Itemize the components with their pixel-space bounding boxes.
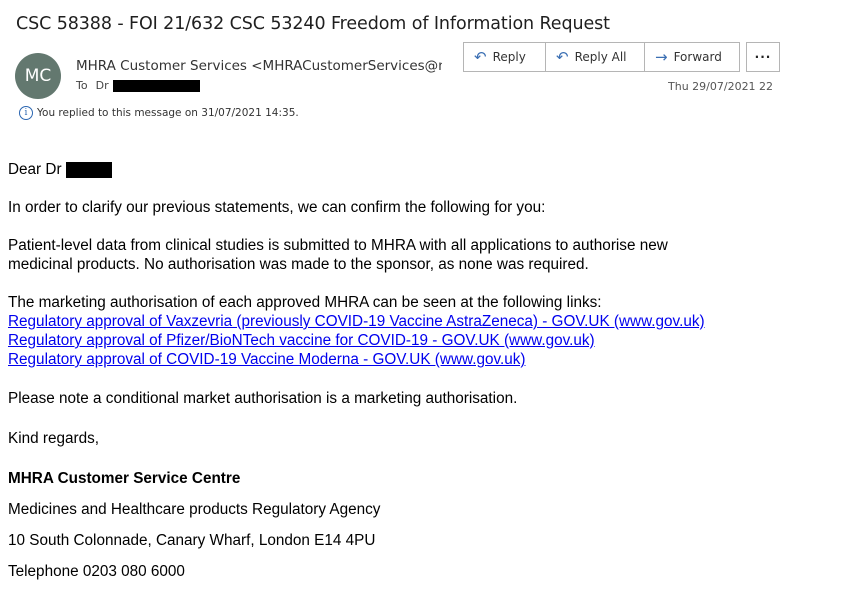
signature-organisation: Medicines and Healthcare products Regula… [8,501,381,518]
paragraph-links-intro: The marketing authorisation of each appr… [8,294,602,311]
paragraph-clarify: In order to clarify our previous stateme… [8,199,546,216]
message-date: Thu 29/07/2021 22:53 [668,80,774,93]
replied-info-bar: i You replied to this message on 31/07/2… [19,106,299,120]
link-moderna[interactable]: Regulatory approval of COVID-19 Vaccine … [8,351,525,368]
signature-name: MHRA Customer Service Centre [8,470,241,487]
closing-line: Kind regards, [8,430,99,447]
sender-avatar: MC [15,53,61,99]
info-icon: i [19,106,33,120]
greeting-text: Dear Dr [8,161,62,178]
forward-icon: → [655,48,668,66]
recipient-line: To Dr [76,79,200,92]
recipient-prefix: Dr [95,79,109,92]
paragraph-data-line-1: Patient-level data from clinical studies… [8,237,668,254]
message-body: Dear Dr In order to clarify our previous… [8,160,848,581]
message-actions-toolbar: ↶ Reply ↶ Reply All → Forward ··· [463,42,780,72]
signature-address: 10 South Colonnade, Canary Wharf, London… [8,532,376,549]
paragraph-conditional-note: Please note a conditional market authori… [8,390,518,407]
redacted-recipient-name [112,79,200,92]
forward-label: Forward [673,50,722,64]
reply-button[interactable]: ↶ Reply [463,42,546,72]
sender-name[interactable]: MHRA Customer Services <MHRACustomerServ… [76,58,442,74]
signature-phone: Telephone 0203 080 6000 [8,563,185,580]
to-label: To [76,79,88,92]
link-pfizer[interactable]: Regulatory approval of Pfizer/BioNTech v… [8,332,595,349]
link-line: Regulatory approval of Vaxzevria (previo… [8,312,848,331]
redacted-greeting-name [65,161,112,178]
link-vaxzevria[interactable]: Regulatory approval of Vaxzevria (previo… [8,313,705,330]
reply-all-button[interactable]: ↶ Reply All [545,42,645,72]
replied-info-text: You replied to this message on 31/07/202… [37,107,299,119]
link-line: Regulatory approval of COVID-19 Vaccine … [8,350,848,369]
greeting-line: Dear Dr [8,160,848,179]
reply-all-label: Reply All [574,50,627,64]
reply-icon: ↶ [474,48,487,66]
link-line: Regulatory approval of Pfizer/BioNTech v… [8,331,848,350]
reply-all-icon: ↶ [556,48,569,66]
more-actions-button[interactable]: ··· [746,42,780,72]
paragraph-data-line-2: medicinal products. No authorisation was… [8,256,589,273]
email-subject: CSC 58388 - FOI 21/632 CSC 53240 Freedom… [16,14,610,34]
reply-label: Reply [492,50,526,64]
forward-button[interactable]: → Forward [644,42,740,72]
